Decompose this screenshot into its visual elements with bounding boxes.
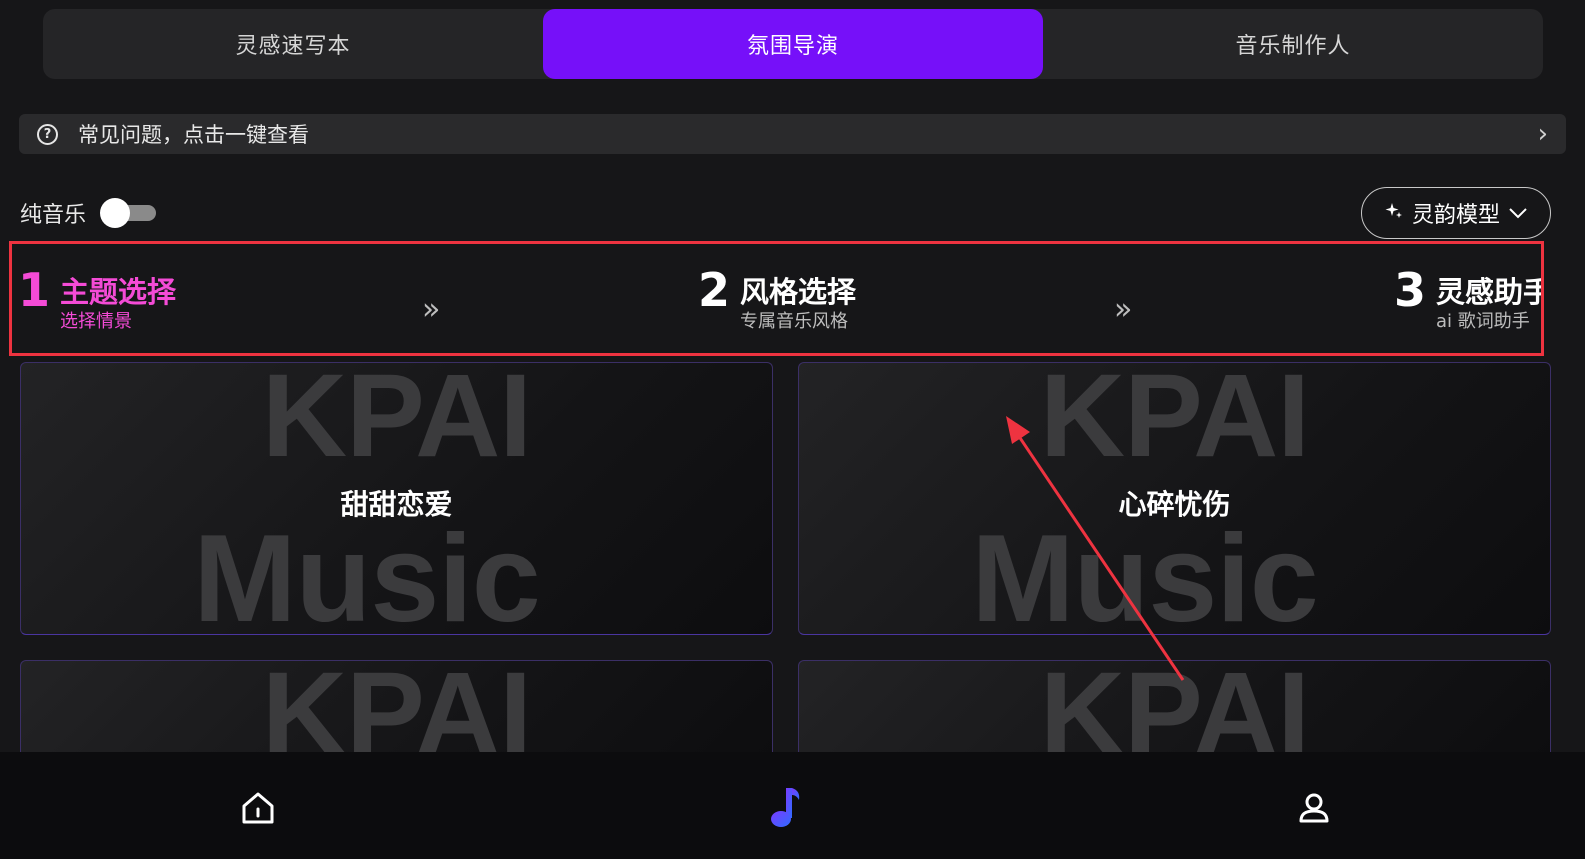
step-title: 风格选择: [740, 275, 857, 309]
chevron-down-icon: [1508, 207, 1528, 219]
model-selector-label: 灵韵模型: [1411, 203, 1500, 228]
pure-music-label: 纯音乐: [20, 203, 87, 228]
double-chevron-right-icon: »: [422, 292, 441, 327]
chevron-right-icon: ›: [1537, 119, 1548, 149]
watermark-kpai: KPAI: [1039, 660, 1310, 760]
theme-card[interactable]: KPAI: [20, 660, 773, 760]
nav-profile[interactable]: [1294, 790, 1334, 830]
step-title: 主题选择: [60, 275, 177, 309]
tab-music-producer[interactable]: 音乐制作人: [1043, 9, 1543, 79]
card-title: 甜甜恋爱: [340, 488, 453, 521]
theme-card-sweet-love[interactable]: KPAI Music 甜甜恋爱: [20, 362, 773, 635]
step-inspiration-assistant[interactable]: 3 灵感助手 ai 歌词助手: [1394, 262, 1544, 334]
step-number: 2: [698, 263, 731, 317]
pure-music-row: 纯音乐: [20, 196, 157, 230]
user-icon: [1296, 790, 1332, 830]
nav-home[interactable]: [238, 790, 278, 830]
watermark-music: Music: [971, 510, 1318, 635]
question-circle-icon: ?: [37, 123, 58, 145]
step-subtitle: 专属音乐风格: [740, 311, 849, 332]
step-indicator: 1 主题选择 选择情景 » 2 风格选择 专属音乐风格 » 3 灵感助手 ai …: [9, 241, 1544, 356]
watermark-kpai: KPAI: [261, 362, 532, 482]
step-title: 灵感助手: [1436, 275, 1544, 309]
theme-card-heartbreak[interactable]: KPAI Music 心碎忧伤: [798, 362, 1551, 635]
tab-inspiration-sketchbook[interactable]: 灵感速写本: [43, 9, 543, 79]
step-number: 1: [18, 263, 51, 317]
double-chevron-right-icon: »: [1114, 292, 1133, 327]
step-number: 3: [1394, 263, 1427, 317]
toggle-knob: [100, 198, 131, 228]
faq-bar[interactable]: ? 常见问题，点击一键查看 ›: [19, 114, 1566, 154]
tab-atmosphere-director[interactable]: 氛围导演: [543, 9, 1043, 79]
pure-music-toggle[interactable]: [100, 198, 157, 228]
model-selector[interactable]: 灵韵模型: [1361, 187, 1551, 239]
watermark-kpai: KPAI: [1039, 362, 1310, 482]
nav-music[interactable]: [766, 788, 806, 830]
music-note-icon: [766, 786, 806, 834]
step-theme-selection[interactable]: 1 主题选择 选择情景: [18, 262, 176, 334]
card-title: 心碎忧伤: [1118, 488, 1231, 521]
step-subtitle: 选择情景: [60, 311, 133, 332]
page: 灵感速写本 氛围导演 音乐制作人 ? 常见问题，点击一键查看 › 纯音乐 灵韵模…: [0, 0, 1585, 859]
home-icon: [239, 789, 277, 831]
bottom-nav: [0, 752, 1585, 859]
mode-tabs: 灵感速写本 氛围导演 音乐制作人: [43, 9, 1543, 79]
sparkle-icon: [1384, 201, 1404, 226]
watermark-kpai: KPAI: [261, 660, 532, 760]
theme-card[interactable]: KPAI: [798, 660, 1551, 760]
faq-text: 常见问题，点击一键查看: [78, 123, 309, 147]
step-style-selection[interactable]: 2 风格选择 专属音乐风格: [698, 262, 856, 334]
step-subtitle: ai 歌词助手: [1436, 311, 1530, 332]
watermark-music: Music: [193, 510, 540, 635]
